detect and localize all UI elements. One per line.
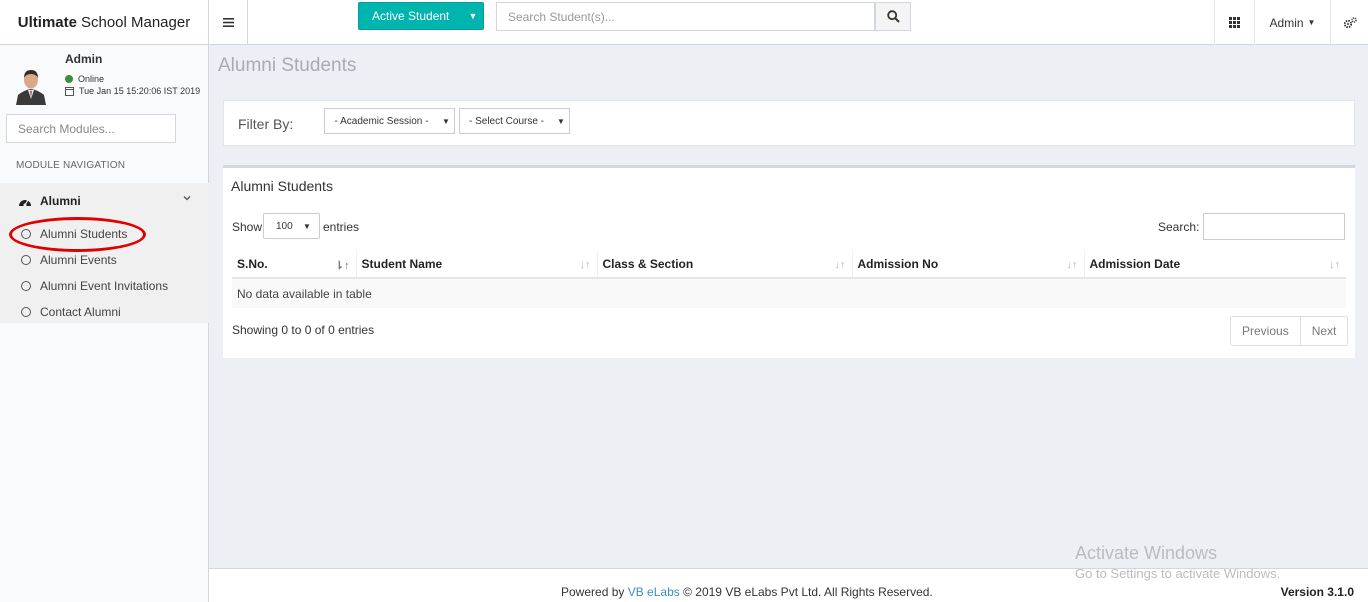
empty-table-message: No data available in table (232, 278, 1346, 308)
avatar (12, 65, 50, 105)
sort-icon: ↓↑ (1329, 259, 1340, 271)
circle-icon (21, 281, 31, 291)
user-datetime-text: Tue Jan 15 15:20:06 IST 2019 (79, 86, 201, 96)
column-header-student-name[interactable]: Student Name ↓↑ (355, 251, 597, 279)
table-header-row: S.No. ⇂↑ Student Name ↓↑ Class & Section ↓↑… (232, 251, 1346, 279)
caret-down-icon: ▼ (557, 116, 565, 126)
sort-icon: ↓↑ (1066, 259, 1078, 271)
page-title: Alumni Students (218, 55, 357, 76)
academic-session-select[interactable]: - Academic Session - ▼ (324, 108, 455, 134)
sidebar-item-alumni-students[interactable]: Alumni Students (0, 221, 209, 247)
windows-activation-watermark: Activate Windows Go to Settings to activ… (1075, 543, 1280, 581)
academic-session-value: - Academic Session - (334, 115, 429, 127)
column-header-label: S.No. (237, 257, 268, 271)
sort-icon: ↓↑ (834, 259, 846, 271)
column-header-admission-date[interactable]: Admission Date ↓↑ (1083, 251, 1346, 279)
circle-icon (21, 307, 31, 317)
watermark-subtitle: Go to Settings to activate Windows. (1075, 566, 1281, 581)
circle-icon (21, 255, 31, 265)
course-value: - Select Course - (468, 115, 545, 127)
filter-label: Filter By: (238, 116, 294, 132)
caret-down-icon: ▼ (468, 11, 478, 21)
column-header-class-section[interactable]: Class & Section ↓↑ (596, 251, 852, 279)
sidebar-item-contact-alumni[interactable]: Contact Alumni (0, 299, 209, 325)
column-header-label: Admission No (857, 257, 939, 271)
sort-icon: ↓↑ (579, 259, 591, 271)
table-search-input[interactable] (1203, 213, 1345, 240)
pagination: Previous Next (1230, 316, 1349, 346)
dashboard-icon (19, 199, 31, 207)
table-panel-title: Alumni Students (231, 178, 333, 194)
user-name: Admin (65, 52, 103, 66)
copyright-text: © 2019 VB eLabs Pvt Ltd. All Rights Rese… (683, 585, 933, 599)
alumni-table: S.No. ⇂↑ Student Name ↓↑ Class & Section ↓↑… (232, 251, 1346, 308)
sidebar-item-label: Alumni Events (40, 253, 117, 267)
user-status-text: Online (78, 74, 105, 84)
watermark-title: Activate Windows (1075, 543, 1218, 563)
sidebar-item-alumni-event-invitations[interactable]: Alumni Event Invitations (0, 273, 209, 299)
version-label: Version 3.1.0 (1280, 585, 1354, 599)
show-label: Show (232, 220, 263, 234)
user-datetime: Tue Jan 15 15:20:06 IST 2019 (65, 86, 200, 96)
logo-bold-text: Ultimate (17, 14, 77, 31)
settings-gears-icon[interactable] (1330, 0, 1368, 45)
search-modules-input[interactable] (6, 114, 176, 143)
column-header-label: Class & Section (602, 257, 694, 271)
admin-menu-label: Admin (1269, 15, 1304, 30)
apps-grid-icon[interactable] (1214, 0, 1254, 45)
calendar-icon (65, 86, 74, 96)
nav-group-label: Alumni (40, 194, 81, 208)
menu-toggle-icon[interactable] (209, 0, 248, 45)
table-info: Showing 0 to 0 of 0 entries (232, 323, 375, 337)
sidebar-item-label: Contact Alumni (40, 305, 121, 319)
caret-down-icon: ▼ (1307, 18, 1316, 27)
footer-copyright: Powered by VB eLabs © 2019 VB eLabs Pvt … (561, 585, 933, 599)
previous-page-button[interactable]: Previous (1231, 317, 1300, 345)
filter-panel: Filter By: - Academic Session - ▼ - Sele… (223, 100, 1355, 146)
search-button[interactable] (875, 2, 911, 31)
column-header-label: Student Name (361, 257, 443, 271)
sort-asc-icon: ⇂↑ (334, 260, 350, 272)
chevron-down-icon (183, 196, 191, 201)
logo-text: School Manager (80, 14, 191, 31)
user-status: Online (65, 74, 104, 84)
active-student-dropdown[interactable]: Active Student ▼ (358, 2, 484, 30)
app-logo[interactable]: Ultimate School Manager (0, 0, 209, 45)
table-search-label: Search: (1158, 220, 1200, 234)
admin-user-menu[interactable]: Admin ▼ (1254, 0, 1330, 45)
active-student-label: Active Student (372, 9, 450, 23)
entries-label: entries (323, 220, 360, 234)
column-header-label: Admission Date (1089, 257, 1181, 271)
next-page-button[interactable]: Next (1299, 317, 1348, 345)
powered-by-text: Powered by (561, 585, 625, 599)
sidebar-item-label: Alumni Event Invitations (40, 279, 169, 293)
top-header: Ultimate School Manager Active Student ▼… (0, 0, 1368, 45)
online-dot-icon (65, 75, 73, 83)
alumni-table-panel: Alumni Students Show 100 ▼ entries Searc… (223, 165, 1355, 358)
search-student-input[interactable] (496, 2, 875, 31)
caret-down-icon: ▼ (303, 221, 311, 231)
module-navigation-header: MODULE NAVIGATION (16, 160, 126, 171)
entries-length-value: 100 (276, 220, 293, 232)
search-icon (886, 10, 900, 23)
circle-icon (21, 229, 31, 239)
column-header-sno[interactable]: S.No. ⇂↑ (232, 251, 356, 279)
sidebar-item-alumni-events[interactable]: Alumni Events (0, 247, 209, 273)
user-panel: Admin Online Tue Jan 15 15:20:06 IST 201… (0, 45, 209, 107)
entries-length-select[interactable]: 100 ▼ (263, 213, 320, 239)
course-select[interactable]: - Select Course - ▼ (459, 108, 570, 134)
column-header-admission-no[interactable]: Admission No ↓↑ (851, 251, 1084, 279)
company-link[interactable]: VB eLabs (628, 585, 680, 599)
caret-down-icon: ▼ (442, 116, 450, 126)
table-row: No data available in table (232, 278, 1346, 308)
sidebar-item-label: Alumni Students (40, 227, 128, 241)
nav-group-alumni-toggle[interactable]: Alumni (0, 183, 209, 219)
